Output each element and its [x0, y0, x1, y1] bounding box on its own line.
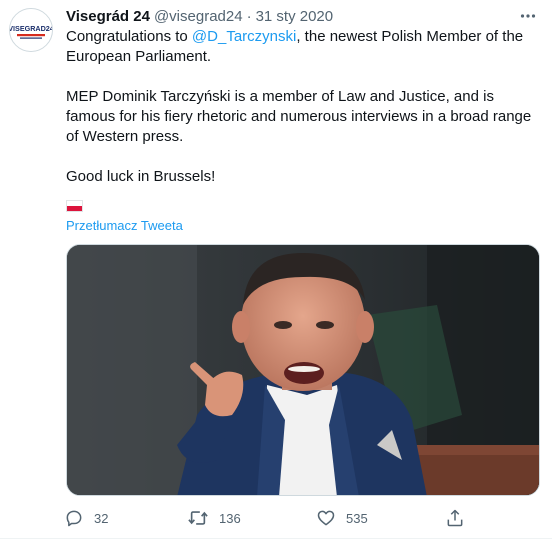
display-name[interactable]: Visegrád 24 — [66, 8, 150, 25]
more-horizontal-icon — [520, 14, 536, 18]
reply-count: 32 — [94, 510, 109, 526]
like-count: 535 — [346, 510, 368, 526]
tweet-actions: 32 136 535 — [64, 506, 552, 530]
share-button[interactable] — [445, 506, 465, 530]
timestamp[interactable]: 31 sty 2020 — [256, 8, 334, 25]
translate-tweet-link[interactable]: Przetłumacz Tweeta — [66, 218, 183, 233]
retweet-icon — [188, 511, 208, 525]
avatar[interactable]: VISEGRAD24 — [9, 8, 53, 52]
tweet-paragraph-2: MEP Dominik Tarczyński is a member of La… — [66, 88, 532, 145]
retweet-count: 136 — [219, 510, 241, 526]
user-handle[interactable]: @visegrad24 — [154, 8, 243, 25]
more-options-button[interactable] — [518, 6, 538, 26]
tweet-photo[interactable] — [66, 244, 540, 496]
poland-flag-icon — [66, 200, 83, 212]
reply-button[interactable]: 32 — [64, 506, 108, 530]
tweet-header: Visegrád 24 @visegrad24 · 31 sty 2020 — [66, 6, 538, 26]
separator-dot: · — [246, 7, 252, 25]
tweet-paragraph-1: Congratulations to @D_Tarczynski, the ne… — [66, 27, 542, 67]
like-button[interactable]: 535 — [316, 506, 368, 530]
tweet-text: Congratulations to @D_Tarczynski, the ne… — [66, 27, 542, 187]
mention-link[interactable]: @D_Tarczynski — [192, 28, 296, 45]
photo-man-pointing — [67, 245, 539, 495]
heart-icon — [317, 510, 335, 526]
tweet-card[interactable]: VISEGRAD24 Visegrád 24 @visegrad24 · 31 … — [0, 0, 552, 539]
share-icon — [447, 509, 463, 527]
text-congratulations: Congratulations to — [66, 28, 192, 45]
tweet-paragraph-3: Good luck in Brussels! — [66, 168, 216, 185]
visegrad24-logo: VISEGRAD24 — [10, 9, 52, 51]
retweet-button[interactable]: 136 — [187, 506, 241, 530]
avatar-logo-text: VISEGRAD24 — [10, 24, 52, 33]
reply-icon — [66, 510, 82, 527]
